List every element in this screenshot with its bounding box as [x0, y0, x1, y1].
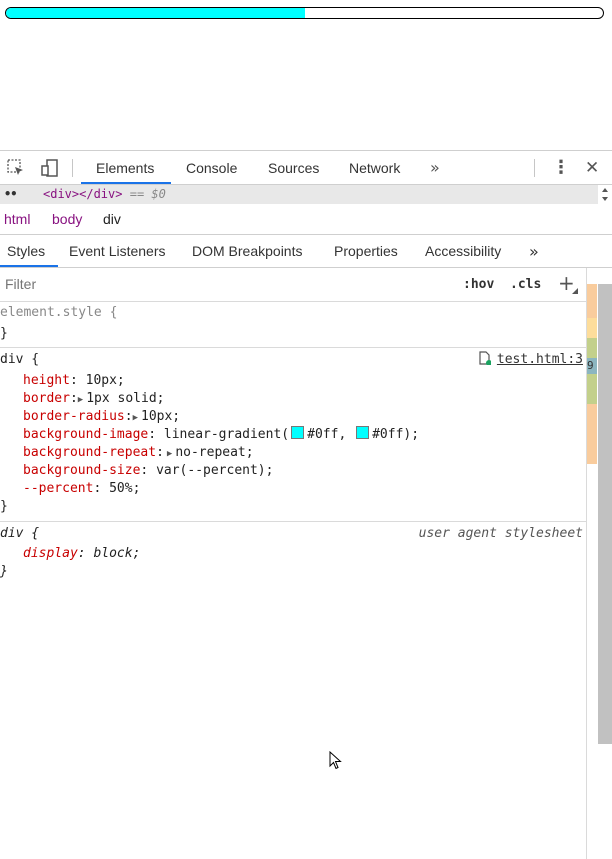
- inspect-element-icon[interactable]: [4, 156, 28, 180]
- declaration-height[interactable]: height: 10px;: [23, 372, 125, 390]
- ua-rule-selector[interactable]: div {: [0, 525, 39, 543]
- progress-fill: [6, 8, 305, 18]
- tab-styles[interactable]: Styles: [7, 235, 45, 268]
- rule-divider: [0, 521, 586, 522]
- div-rule-close: }: [0, 499, 8, 514]
- property-name: --percent: [23, 481, 94, 496]
- property-value: block;: [93, 546, 141, 561]
- content-box-preview: 9: [587, 358, 597, 374]
- property-name: border: [23, 391, 70, 406]
- more-tabs-icon[interactable]: »: [430, 151, 440, 184]
- declaration-border-radius[interactable]: border-radius:▶ 10px;: [23, 408, 180, 426]
- active-subtab-indicator: [0, 265, 58, 267]
- color-swatch[interactable]: [356, 426, 370, 439]
- breadcrumb: html body div: [0, 204, 612, 235]
- scroll-arrows-icon[interactable]: [598, 185, 612, 204]
- property-value: no-repeat;: [175, 445, 254, 460]
- tab-network[interactable]: Network: [349, 151, 400, 184]
- ua-rule-close: }: [0, 564, 8, 579]
- file-icon: [479, 351, 492, 366]
- source-link[interactable]: test.html:3: [497, 352, 583, 367]
- property-name: border-radius: [23, 409, 125, 424]
- active-tab-indicator: [81, 182, 171, 184]
- color-value: #0ff: [307, 427, 339, 442]
- tab-event-listeners[interactable]: Event Listeners: [69, 235, 166, 268]
- declaration-background-image[interactable]: background-image: linear-gradient(#0ff, …: [23, 426, 419, 444]
- tab-properties[interactable]: Properties: [334, 235, 398, 268]
- declaration-border[interactable]: border:▶ 1px solid;: [23, 390, 165, 408]
- property-value: var(--percent);: [156, 463, 274, 478]
- breadcrumb-body[interactable]: body: [52, 211, 82, 227]
- value-separator: ,: [338, 427, 355, 442]
- toolbar-separator: [534, 159, 535, 177]
- breadcrumb-html[interactable]: html: [4, 211, 30, 227]
- property-name: background-image: [23, 427, 149, 442]
- property-value: 10px;: [141, 409, 181, 424]
- rule-divider: [0, 347, 586, 348]
- filter-input[interactable]: [5, 276, 305, 292]
- close-icon[interactable]: ✕: [585, 151, 599, 184]
- tab-sources[interactable]: Sources: [268, 151, 319, 184]
- margin-box-preview: [587, 404, 597, 464]
- selector-text: div {: [0, 526, 40, 541]
- ua-stylesheet-label: user agent stylesheet: [418, 526, 583, 541]
- sidebar-tabs: Styles Event Listeners DOM Breakpoints P…: [0, 235, 612, 268]
- padding-box-preview: [587, 374, 597, 404]
- progress-bar: [5, 7, 604, 19]
- padding-box-preview: [587, 338, 597, 358]
- declaration-background-size[interactable]: background-size: var(--percent);: [23, 462, 273, 480]
- element-style-close: }: [0, 326, 8, 341]
- styles-filter-bar: :hov .cls +: [0, 268, 586, 302]
- property-name: height: [23, 373, 70, 388]
- expand-triangle-icon[interactable]: ▶: [167, 449, 172, 459]
- declaration-percent[interactable]: --percent: 50%;: [23, 480, 140, 498]
- selector-text: div {: [0, 352, 40, 367]
- node-markup: <div></div>: [43, 187, 123, 201]
- console-ref: == $0: [129, 187, 166, 201]
- declaration-display[interactable]: display: block;: [23, 545, 140, 563]
- breadcrumb-div[interactable]: div: [103, 211, 121, 227]
- property-name: background-size: [23, 463, 141, 478]
- property-value: linear-gradient(: [163, 427, 290, 442]
- property-value: 1px solid;: [86, 391, 165, 406]
- computed-sidebar: 9: [586, 268, 612, 859]
- class-toggle-button[interactable]: .cls: [510, 277, 541, 292]
- rule-source[interactable]: test.html:3: [479, 351, 583, 369]
- border-box-preview: [587, 318, 597, 338]
- expand-triangle-icon[interactable]: ▶: [78, 395, 83, 405]
- expand-triangle-icon[interactable]: ▶: [133, 413, 138, 423]
- menu-corner-icon: [572, 288, 578, 294]
- mouse-cursor-icon: [329, 751, 342, 770]
- kebab-menu-icon[interactable]: ⋮: [552, 151, 570, 184]
- toolbar-separator: [72, 159, 73, 177]
- devtools-toolbar: Elements Console Sources Network » ⋮ ✕: [0, 151, 612, 185]
- styles-pane: element.style { } div { test.html:3 heig…: [0, 302, 586, 859]
- selector-text: element.style {: [0, 305, 118, 320]
- tab-dom-breakpoints[interactable]: DOM Breakpoints: [192, 235, 302, 268]
- tab-console[interactable]: Console: [186, 151, 237, 184]
- tab-elements[interactable]: Elements: [96, 151, 154, 184]
- div-rule-selector[interactable]: div {: [0, 351, 39, 369]
- scrollbar-thumb[interactable]: [598, 284, 612, 744]
- property-name: background-repeat: [23, 445, 157, 460]
- hover-state-button[interactable]: :hov: [463, 277, 494, 292]
- selected-node-code: <div></div> == $0: [43, 185, 166, 204]
- devtools-panel: Elements Console Sources Network » ⋮ ✕ •…: [0, 150, 612, 859]
- color-swatch[interactable]: [291, 426, 305, 439]
- property-name: display: [23, 546, 78, 561]
- device-toolbar-icon[interactable]: [37, 156, 61, 180]
- more-subtabs-icon[interactable]: »: [529, 235, 539, 268]
- property-value: 50%;: [109, 481, 141, 496]
- value-suffix: );: [403, 427, 420, 442]
- declaration-background-repeat[interactable]: background-repeat: ▶ no-repeat;: [23, 444, 254, 462]
- property-value: 10px;: [85, 373, 125, 388]
- color-value: #0ff: [372, 427, 404, 442]
- element-style-selector[interactable]: element.style {: [0, 304, 117, 322]
- selected-node-row[interactable]: •• <div></div> == $0: [0, 185, 598, 204]
- tab-accessibility[interactable]: Accessibility: [425, 235, 501, 268]
- ellipsis-icon[interactable]: ••: [4, 185, 17, 204]
